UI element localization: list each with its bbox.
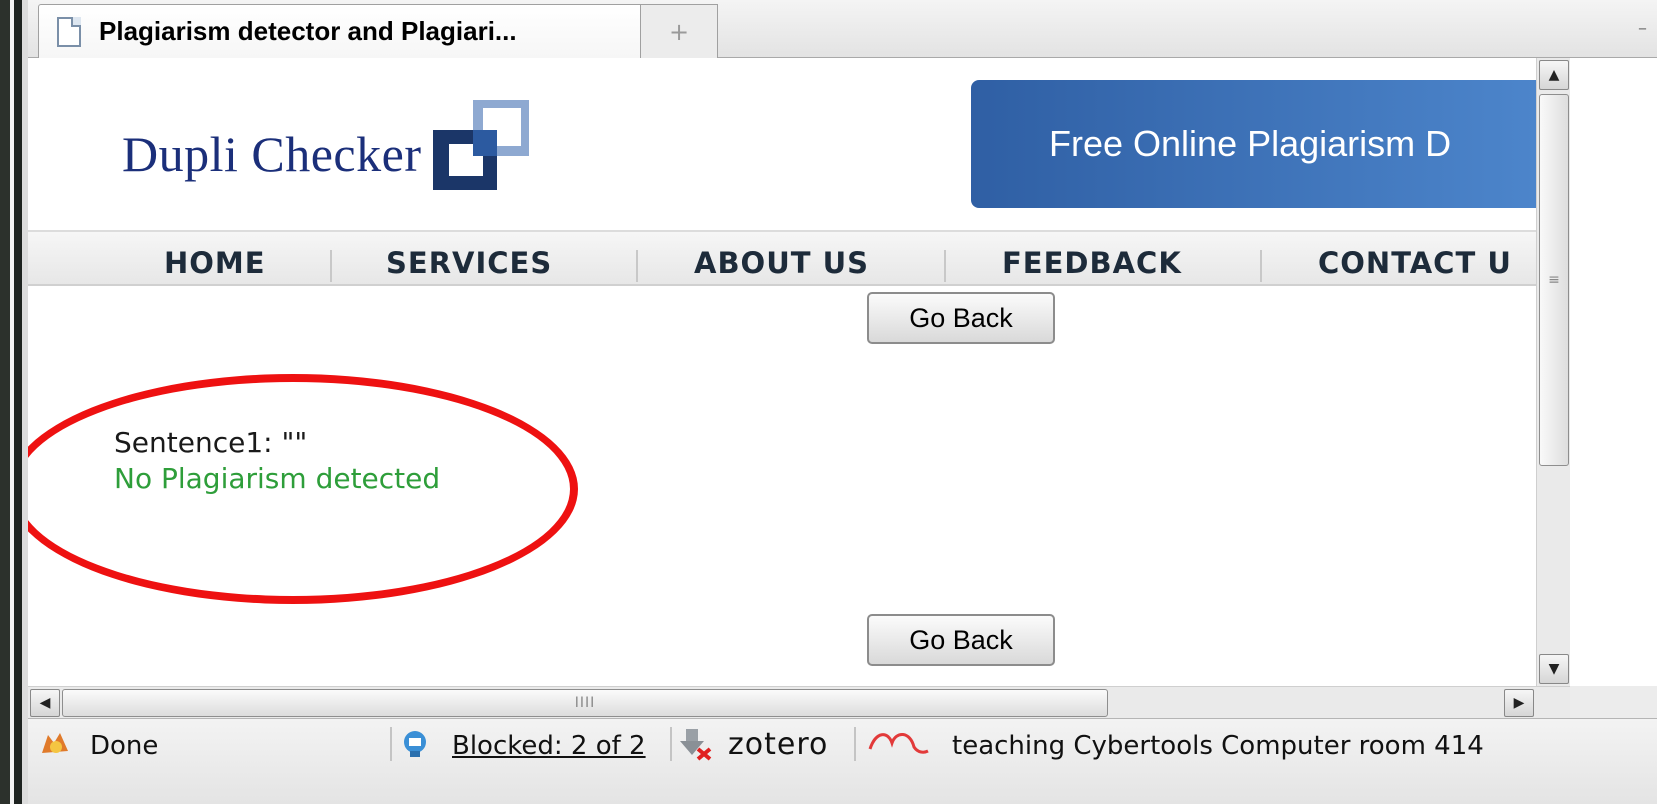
nav-contact-us[interactable]: CONTACT U — [1318, 232, 1512, 284]
nav-about-us[interactable]: ABOUT US — [694, 232, 869, 284]
ribbon-icon[interactable] — [866, 729, 930, 759]
scroll-up-arrow-icon[interactable]: ▲ — [1539, 60, 1569, 90]
nav-divider — [330, 250, 332, 282]
status-text: Done — [90, 731, 159, 761]
page-viewport: Dupli Checker Free Online Plagiarism D H… — [28, 58, 1536, 686]
grip-icon: ≡ — [1548, 272, 1560, 288]
nav-divider — [636, 250, 638, 282]
go-back-button-bottom[interactable]: Go Back — [867, 614, 1055, 666]
tab-title: Plagiarism detector and Plagiari... — [99, 16, 517, 46]
vertical-scroll-thumb[interactable]: ≡ — [1539, 94, 1569, 466]
logo-text: Dupli Checker — [122, 126, 422, 182]
hero-banner: Free Online Plagiarism D — [971, 80, 1536, 208]
vertical-scrollbar[interactable]: ▲ ≡ ▼ — [1536, 58, 1570, 686]
status-bar: Done Blocked: 2 of 2 zotero teaching Cyb… — [28, 718, 1657, 804]
popup-blocker-icon[interactable] — [400, 729, 430, 759]
status-divider — [854, 727, 856, 761]
scroll-left-arrow-icon[interactable]: ◀ — [30, 689, 60, 717]
hero-text: Free Online Plagiarism D — [1049, 123, 1452, 164]
horizontal-scrollbar[interactable]: ◀ IIII ▶ — [28, 686, 1570, 718]
nav-home[interactable]: HOME — [164, 232, 266, 284]
nav-services[interactable]: SERVICES — [386, 232, 552, 284]
zotero-button[interactable]: zotero — [728, 727, 828, 762]
browser-window: Plagiarism detector and Plagiari... + – … — [28, 0, 1657, 804]
go-back-button-top[interactable]: Go Back — [867, 292, 1055, 344]
scrollbar-corner — [1570, 686, 1657, 718]
tab-list-button[interactable]: – — [1638, 18, 1647, 39]
main-nav: HOME SERVICES ABOUT US FEEDBACK CONTACT … — [28, 230, 1536, 286]
tab-strip: Plagiarism detector and Plagiari... + – — [28, 0, 1657, 58]
desktop-edge — [0, 0, 28, 804]
firefox-status-icon — [42, 733, 68, 753]
status-divider — [390, 727, 392, 761]
nav-divider — [1260, 250, 1262, 282]
grip-icon: IIII — [574, 695, 596, 711]
plus-icon: + — [668, 17, 690, 46]
scroll-right-arrow-icon[interactable]: ▶ — [1504, 689, 1534, 717]
status-divider — [670, 727, 672, 761]
blocked-popups-link[interactable]: Blocked: 2 of 2 — [452, 731, 646, 761]
nav-divider — [944, 250, 946, 282]
browser-tab[interactable]: Plagiarism detector and Plagiari... — [38, 4, 658, 58]
nav-feedback[interactable]: FEEDBACK — [1002, 232, 1182, 284]
logo-squares-icon — [433, 100, 530, 190]
site-logo[interactable]: Dupli Checker — [122, 100, 530, 200]
page-icon — [57, 16, 81, 47]
new-tab-button[interactable]: + — [640, 4, 718, 58]
extension-status-text: teaching Cybertools Computer room 414 — [952, 731, 1484, 761]
highlight-ellipse — [28, 374, 578, 604]
download-blocked-icon[interactable] — [678, 727, 714, 761]
scroll-down-arrow-icon[interactable]: ▼ — [1539, 654, 1569, 684]
horizontal-scroll-thumb[interactable]: IIII — [62, 689, 1108, 717]
